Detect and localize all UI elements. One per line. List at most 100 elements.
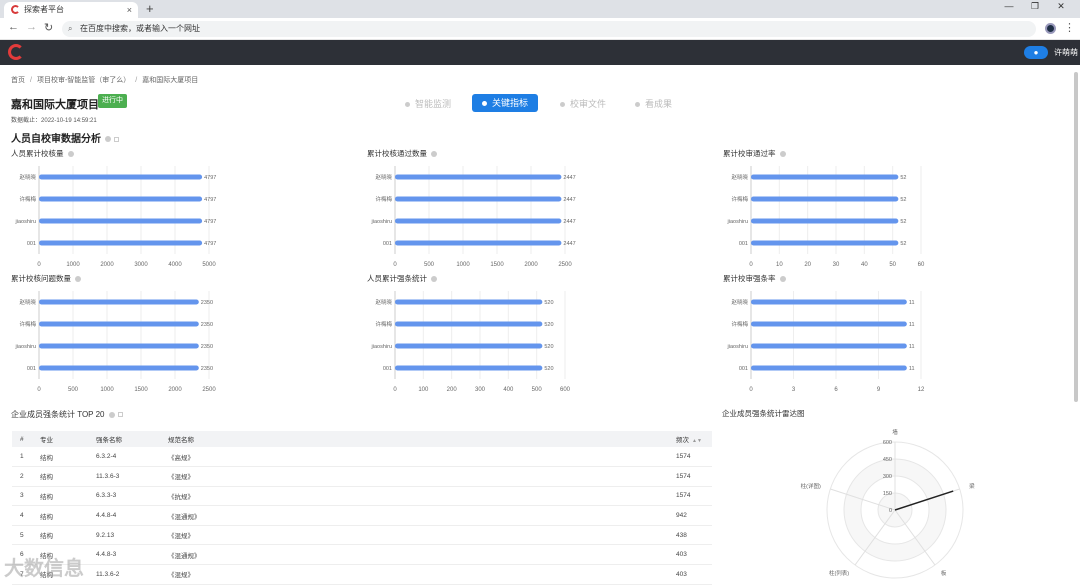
y-category-label: 001 — [383, 241, 392, 247]
bar-value-label: 11 — [909, 322, 915, 328]
table-header-row: # 专业 强条名称 规范名称 频次 ▲▼ — [12, 431, 712, 447]
radar-ring-label: 0 — [889, 508, 892, 514]
table-row[interactable]: 5 结构 9.2.13 《混规》 438 — [12, 525, 712, 546]
browser-tab[interactable]: 探索者平台 × — [4, 2, 138, 18]
extension-icon[interactable] — [1045, 23, 1056, 34]
y-category-label: 001 — [383, 366, 392, 372]
close-window-button[interactable]: ✕ — [1048, 1, 1074, 12]
help-icon[interactable] — [108, 411, 115, 418]
x-tick-label: 500 — [68, 387, 79, 393]
step-label: 看成果 — [645, 99, 673, 109]
help-icon[interactable] — [431, 151, 437, 158]
maximize-button[interactable]: ❐ — [1022, 1, 1048, 12]
step-key-indicators[interactable]: 关键指标 — [472, 94, 539, 112]
bar — [39, 196, 203, 202]
sort-icon[interactable]: ▲▼ — [692, 438, 702, 444]
back-icon[interactable]: ← — [8, 21, 19, 33]
y-category-label: 许梅梅 — [731, 195, 748, 203]
x-tick-label: 0 — [393, 387, 397, 393]
step-monitor[interactable]: 智能监测 — [405, 97, 451, 110]
table-row[interactable]: 6 结构 4.4.8-3 《混通规》 403 — [12, 544, 712, 566]
table-row[interactable]: 3 结构 6.3.3-3 《抗规》 1574 — [12, 486, 712, 507]
help-icon[interactable] — [779, 276, 786, 283]
radar-indicator-label: 柱(列表) — [829, 569, 849, 577]
omnibox-placeholder: 在百度中搜索，或者输入一个网址 — [80, 24, 200, 33]
row-clause: 6.3.3-3 — [88, 486, 160, 507]
table-row[interactable]: 1 结构 6.3.2-4 《高规》 1574 — [12, 447, 712, 468]
table-row[interactable]: 7 结构 11.3.6-2 《混规》 403 — [12, 564, 712, 585]
y-category-label: 001 — [27, 241, 36, 247]
radar-indicator-label: 板 — [941, 569, 947, 577]
row-standard: 《混规》 — [160, 564, 668, 585]
address-bar-row: ← → ↻ ⌕ 在百度中搜索，或者输入一个网址 ⋮ — [0, 18, 1080, 40]
y-category-label: jiaoshiru — [371, 344, 392, 350]
bar-value-label: 52 — [900, 175, 906, 181]
step-results[interactable]: 看成果 — [635, 97, 672, 110]
x-tick-label: 3 — [792, 387, 796, 393]
row-frequency: 1574 — [668, 466, 712, 487]
x-tick-label: 0 — [37, 387, 41, 393]
row-clause: 11.3.6-2 — [88, 564, 160, 585]
bar — [395, 174, 562, 180]
bar-chart-svg: 0 500 1000 1500 2000 2500 赵晓晓 2350 许梅梅 2350 jiaosh… — [15, 291, 216, 393]
status-badge: 进行中 — [98, 94, 127, 108]
breadcrumb-project-list[interactable]: 项目校审-智能监管（审了么） — [37, 77, 130, 84]
table-row[interactable]: 2 结构 11.3.6-3 《混规》 1574 — [12, 466, 712, 487]
bar-value-label: 11 — [909, 300, 915, 306]
row-frequency: 942 — [668, 505, 712, 526]
user-avatar-icon[interactable]: ● — [1024, 46, 1048, 59]
chart-issue-count: 累计校核问题数量 0 500 1000 1500 2000 2500 赵晓晓 2350 许梅梅 23… — [11, 273, 221, 393]
row-discipline: 结构 — [32, 505, 88, 526]
user-name[interactable]: 许萌萌 — [1054, 47, 1078, 58]
help-icon[interactable] — [75, 276, 81, 283]
step-review-files[interactable]: 校审文件 — [560, 97, 606, 110]
chart-title: 累计校审通过率 — [723, 148, 786, 159]
x-tick-label: 2500 — [202, 387, 216, 393]
browser-menu-icon[interactable]: ⋮ — [1064, 21, 1075, 34]
chart-title: 累计校核问题数量 — [11, 273, 81, 284]
help-icon[interactable] — [779, 151, 786, 158]
x-tick-label: 0 — [749, 387, 753, 393]
new-tab-button[interactable]: + — [146, 1, 154, 16]
project-title: 嘉和国际大厦项目 — [11, 99, 99, 111]
bar — [751, 321, 907, 327]
help-icon[interactable] — [431, 276, 437, 283]
x-tick-label: 10 — [776, 262, 783, 268]
help-icon[interactable] — [67, 151, 74, 158]
scrollbar[interactable] — [1074, 72, 1078, 402]
bar-value-label: 520 — [544, 300, 553, 306]
bar — [751, 196, 899, 202]
row-clause: 6.3.2-4 — [88, 447, 160, 468]
bar — [39, 240, 203, 246]
copy-icon[interactable] — [117, 412, 123, 418]
bar-value-label: 2350 — [201, 300, 213, 306]
copy-icon[interactable] — [114, 136, 119, 142]
tab-close-icon[interactable]: × — [127, 2, 132, 18]
bar-value-label: 52 — [900, 241, 906, 247]
omnibox[interactable]: ⌕ 在百度中搜索，或者输入一个网址 — [62, 21, 1036, 37]
minimize-button[interactable]: — — [996, 1, 1022, 11]
step-label: 智能监测 — [415, 99, 452, 109]
y-category-label: 赵晓晓 — [19, 173, 36, 181]
x-tick-label: 500 — [424, 262, 435, 268]
bar-value-label: 2350 — [201, 366, 213, 372]
help-icon[interactable] — [105, 136, 111, 143]
table-row[interactable]: 4 结构 4.4.8-4 《混通规》 942 — [12, 505, 712, 526]
app-logo[interactable] — [8, 44, 24, 60]
bar-chart-svg: 0 3 6 9 12 赵晓晓 11 许梅梅 11 jiaoshiru 11 001 11 — [727, 291, 925, 393]
col-frequency[interactable]: 频次 ▲▼ — [668, 431, 712, 447]
browser-tabstrip: 探索者平台 × + — ❐ ✕ — [0, 0, 1080, 18]
y-category-label: 许梅梅 — [375, 195, 392, 203]
x-tick-label: 1500 — [134, 387, 148, 393]
y-category-label: 001 — [739, 366, 748, 372]
reload-icon[interactable]: ↻ — [44, 21, 53, 34]
bar-value-label: 520 — [544, 322, 553, 328]
table-title: 企业成员强条统计 TOP 20 — [11, 409, 123, 420]
y-category-label: 赵晓晓 — [375, 298, 392, 306]
forward-icon[interactable]: → — [26, 21, 37, 33]
breadcrumb-home[interactable]: 首页 — [11, 77, 25, 84]
col-clause: 强条名称 — [88, 431, 160, 447]
bar-chart-svg: 0 500 1000 1500 2000 2500 赵晓晓 2447 许梅梅 2447 jiaosh… — [371, 166, 576, 268]
bar — [751, 365, 907, 371]
x-tick-label: 9 — [877, 387, 881, 393]
